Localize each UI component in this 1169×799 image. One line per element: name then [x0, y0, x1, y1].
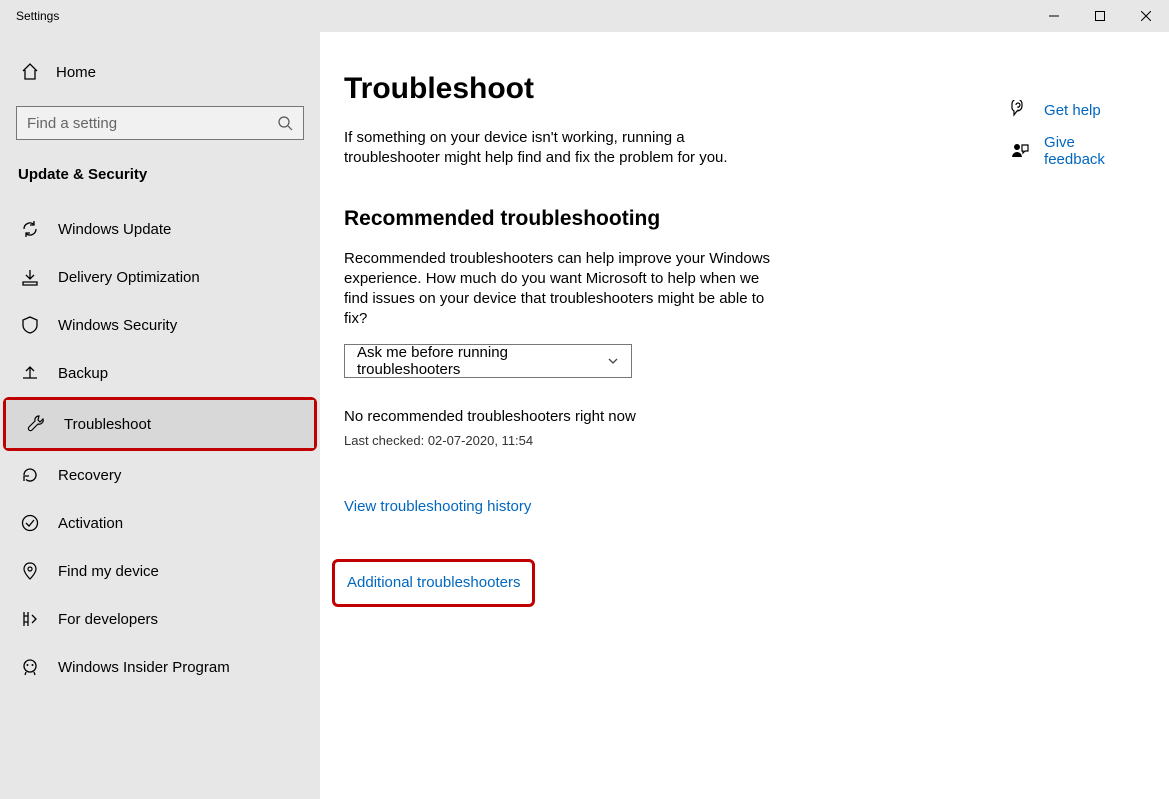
shield-icon — [20, 315, 40, 335]
additional-troubleshooters-link[interactable]: Additional troubleshooters — [347, 574, 520, 591]
sidebar-nav-list: Windows Update Delivery Optimization Win… — [0, 205, 320, 691]
sidebar-item-windows-insider[interactable]: Windows Insider Program — [0, 643, 320, 691]
sidebar-item-label: Troubleshoot — [64, 416, 151, 433]
recommended-desc: Recommended troubleshooters can help imp… — [344, 249, 774, 330]
sidebar-item-recovery[interactable]: Recovery — [0, 451, 320, 499]
wrench-icon — [26, 414, 46, 434]
content-main: Troubleshoot If something on your device… — [344, 72, 900, 775]
sidebar-item-activation[interactable]: Activation — [0, 499, 320, 547]
sidebar: Home Update & Security Windows Update De… — [0, 32, 320, 799]
minimize-button[interactable] — [1031, 0, 1077, 32]
feedback-icon — [1010, 141, 1030, 161]
sidebar-item-troubleshoot[interactable]: Troubleshoot — [6, 400, 314, 448]
sidebar-item-label: Recovery — [58, 467, 121, 484]
window-title: Settings — [0, 9, 59, 23]
sidebar-item-label: Delivery Optimization — [58, 269, 200, 286]
give-feedback-link: Give feedback — [1044, 134, 1139, 168]
sidebar-item-for-developers[interactable]: For developers — [0, 595, 320, 643]
window-titlebar: Settings — [0, 0, 1169, 32]
page-title: Troubleshoot — [344, 72, 900, 106]
backup-icon — [20, 363, 40, 383]
sidebar-item-label: For developers — [58, 611, 158, 628]
recovery-icon — [20, 465, 40, 485]
sidebar-item-label: Activation — [58, 515, 123, 532]
highlight-additional-troubleshooters: Additional troubleshooters — [332, 559, 535, 607]
check-circle-icon — [20, 513, 40, 533]
sidebar-item-label: Find my device — [58, 563, 159, 580]
sidebar-item-label: Windows Update — [58, 221, 171, 238]
sidebar-section-title: Update & Security — [0, 160, 320, 205]
give-feedback-row[interactable]: Give feedback — [1010, 134, 1139, 168]
close-icon — [1141, 11, 1151, 21]
recommended-heading: Recommended troubleshooting — [344, 207, 900, 231]
location-icon — [20, 561, 40, 581]
last-checked: Last checked: 02-07-2020, 11:54 — [344, 433, 900, 448]
sidebar-item-backup[interactable]: Backup — [0, 349, 320, 397]
sidebar-item-label: Windows Security — [58, 317, 177, 334]
home-nav[interactable]: Home — [0, 52, 320, 92]
content-area: Troubleshoot If something on your device… — [320, 32, 1169, 799]
content-side: Get help Give feedback — [1010, 72, 1139, 775]
dropdown-value: Ask me before running troubleshooters — [357, 344, 607, 378]
sidebar-item-label: Backup — [58, 365, 108, 382]
insider-icon — [20, 657, 40, 677]
sidebar-item-windows-security[interactable]: Windows Security — [0, 301, 320, 349]
sidebar-item-find-my-device[interactable]: Find my device — [0, 547, 320, 595]
recommended-status: No recommended troubleshooters right now — [344, 408, 900, 425]
troubleshoot-preference-dropdown[interactable]: Ask me before running troubleshooters — [344, 344, 632, 378]
close-button[interactable] — [1123, 0, 1169, 32]
minimize-icon — [1049, 11, 1059, 21]
view-history-link[interactable]: View troubleshooting history — [344, 498, 531, 515]
developer-icon — [20, 609, 40, 629]
maximize-icon — [1095, 11, 1105, 21]
chevron-down-icon — [607, 355, 619, 367]
get-help-row[interactable]: Get help — [1010, 100, 1139, 120]
search-icon — [277, 115, 293, 131]
sidebar-item-windows-update[interactable]: Windows Update — [0, 205, 320, 253]
search-field[interactable] — [16, 106, 304, 140]
download-icon — [20, 267, 40, 287]
home-icon — [20, 62, 40, 82]
sync-icon — [20, 219, 40, 239]
get-help-link: Get help — [1044, 102, 1101, 119]
sidebar-item-delivery-optimization[interactable]: Delivery Optimization — [0, 253, 320, 301]
help-icon — [1010, 100, 1030, 120]
sidebar-item-label: Windows Insider Program — [58, 659, 230, 676]
home-label: Home — [56, 64, 96, 81]
maximize-button[interactable] — [1077, 0, 1123, 32]
search-input[interactable] — [27, 115, 277, 132]
highlight-troubleshoot: Troubleshoot — [3, 397, 317, 451]
page-intro: If something on your device isn't workin… — [344, 128, 774, 169]
